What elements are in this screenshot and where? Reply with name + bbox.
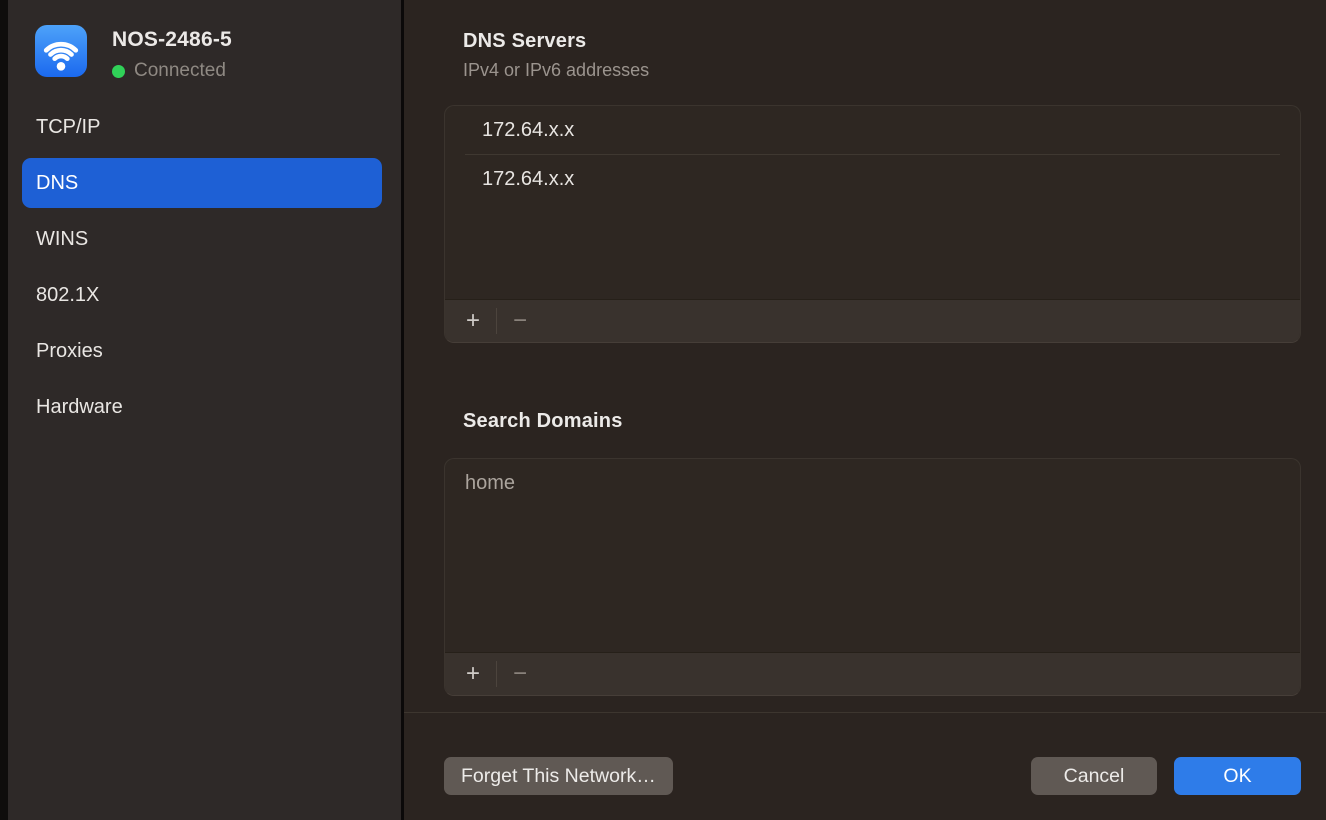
cancel-button[interactable]: Cancel [1031,757,1157,795]
sidebar: NOS-2486-5 Connected TCP/IP DNS WINS 802… [8,0,401,820]
minus-icon: − [513,307,527,334]
window-edge-strip [0,0,8,820]
sidebar-item-label: WINS [36,228,88,251]
dns-servers-toolbar: + − [445,299,1300,342]
search-domains-toolbar: + − [445,652,1300,695]
sidebar-item-label: TCP/IP [36,116,100,139]
add-search-domain-button[interactable]: + [455,662,491,686]
action-bar-divider [404,712,1326,713]
search-domains-title: Search Domains [463,410,623,433]
dns-servers-list: 172.64.x.x 172.64.x.x + − [444,105,1301,343]
network-name: NOS-2486-5 [112,28,232,52]
sidebar-nav: TCP/IP DNS WINS 802.1X Proxies Hardware [22,102,382,438]
forget-network-button[interactable]: Forget This Network… [444,757,673,795]
dns-servers-header: DNS Servers IPv4 or IPv6 addresses [463,30,649,81]
plus-icon: + [466,307,480,334]
connected-status-dot-icon [112,65,125,78]
sidebar-item-proxies[interactable]: Proxies [22,326,382,376]
search-domain-value: home [465,472,515,495]
wifi-icon [35,25,87,77]
sidebar-item-label: Hardware [36,396,123,419]
plus-icon: + [466,660,480,687]
network-header: NOS-2486-5 Connected [35,25,232,82]
search-domain-row[interactable]: home [445,459,1300,507]
network-info: NOS-2486-5 Connected [112,25,232,82]
sidebar-item-wins[interactable]: WINS [22,214,382,264]
sidebar-item-label: Proxies [36,340,103,363]
search-domains-list: home + − [444,458,1301,696]
add-dns-server-button[interactable]: + [455,309,491,333]
search-domains-header: Search Domains [463,410,623,433]
minus-icon: − [513,660,527,687]
dns-server-row[interactable]: 172.64.x.x [445,106,1300,154]
sidebar-item-dns[interactable]: DNS [22,158,382,208]
dns-servers-title: DNS Servers [463,30,649,53]
dns-settings-panel: DNS Servers IPv4 or IPv6 addresses 172.6… [404,0,1326,820]
dns-server-value: 172.64.x.x [482,119,574,142]
action-bar: Forget This Network… Cancel OK [444,757,1301,795]
dns-servers-subtitle: IPv4 or IPv6 addresses [463,60,649,81]
sidebar-item-hardware[interactable]: Hardware [22,382,382,432]
remove-search-domain-button[interactable]: − [502,662,538,686]
dns-server-value: 172.64.x.x [482,168,574,191]
network-status: Connected [112,60,232,82]
sidebar-item-label: DNS [36,172,78,195]
toolbar-divider [496,308,497,334]
dns-server-row[interactable]: 172.64.x.x [445,155,1300,203]
ok-button[interactable]: OK [1174,757,1301,795]
sidebar-item-tcpip[interactable]: TCP/IP [22,102,382,152]
sidebar-item-8021x[interactable]: 802.1X [22,270,382,320]
sidebar-item-label: 802.1X [36,284,99,307]
toolbar-divider [496,661,497,687]
remove-dns-server-button[interactable]: − [502,309,538,333]
network-status-label: Connected [134,60,226,82]
